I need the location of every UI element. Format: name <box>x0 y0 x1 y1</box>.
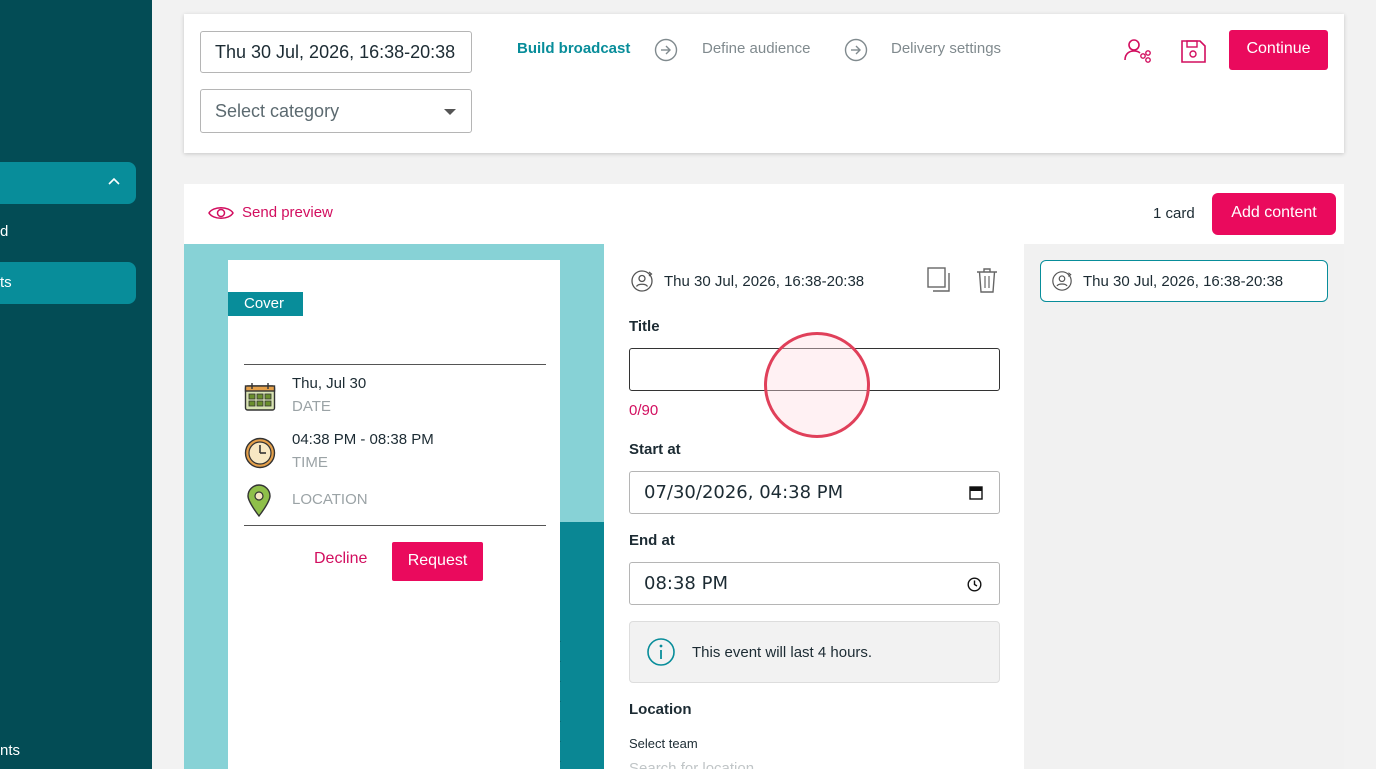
end-at-value: 08:38 PM <box>644 573 728 594</box>
continue-button[interactable]: Continue <box>1229 30 1328 70</box>
preview-date-label: DATE <box>292 398 331 415</box>
duration-info-text: This event will last 4 hours. <box>692 643 873 661</box>
sidebar-item-2-label: ts <box>0 274 12 291</box>
divider <box>244 364 546 365</box>
card-list-item[interactable]: Thu 30 Jul, 2026, 16:38-20:38 <box>1040 260 1328 302</box>
save-icon[interactable] <box>1178 36 1208 66</box>
sidebar: d ts nts <box>0 0 152 769</box>
card-count: 1 card <box>1153 205 1195 222</box>
card-heading: Thu 30 Jul, 2026, 16:38-20:38 <box>630 269 864 293</box>
mobile-preview: Cover Thu, Jul 30 DATE 04:38 PM - 08:38 … <box>184 244 604 769</box>
user-sync-icon <box>631 270 653 292</box>
clock-icon <box>244 437 276 469</box>
divider <box>244 525 546 526</box>
preview-time-value: 04:38 PM - 08:38 PM <box>292 431 434 448</box>
broadcast-header: Thu 30 Jul, 2026, 16:38-20:38 Select cat… <box>184 14 1344 153</box>
add-content-button[interactable]: Add content <box>1212 193 1336 235</box>
eye-icon <box>208 206 234 219</box>
duration-info: This event will last 4 hours. <box>629 621 1000 683</box>
preview-date-value: Thu, Jul 30 <box>292 375 367 392</box>
calendar-picker-icon[interactable] <box>969 485 983 500</box>
step-define-audience[interactable]: Define audience <box>702 40 810 57</box>
start-at-label: Start at <box>629 441 681 458</box>
title-counter: 0/90 <box>629 402 659 419</box>
send-preview-button[interactable]: Send preview <box>208 204 333 221</box>
sidebar-item-3[interactable]: nts <box>0 742 20 759</box>
arrow-right-circle-icon <box>844 38 868 62</box>
decline-button[interactable]: Decline <box>314 550 367 568</box>
location-label: Location <box>629 701 692 718</box>
chevron-up-icon <box>108 177 120 185</box>
preview-time: 04:38 PM - 08:38 PM TIME <box>292 431 434 471</box>
broadcast-name-input[interactable]: Thu 30 Jul, 2026, 16:38-20:38 <box>200 31 472 73</box>
card-list-item-label: Thu 30 Jul, 2026, 16:38-20:38 <box>1083 272 1284 290</box>
preview-location: LOCATION <box>292 491 368 508</box>
click-indicator <box>764 332 870 438</box>
clock-picker-icon[interactable] <box>967 577 982 592</box>
location-pin-icon <box>247 484 271 518</box>
duplicate-icon[interactable] <box>926 266 952 294</box>
preview-date: Thu, Jul 30 DATE <box>292 375 366 415</box>
cover-tag: Cover <box>228 292 303 316</box>
content-editor: Send preview 1 card Add content Cover Th… <box>184 184 1344 769</box>
sidebar-item-2[interactable]: ts <box>0 262 136 304</box>
end-at-input[interactable]: 08:38 PM <box>629 562 1000 605</box>
sidebar-item-1[interactable]: d <box>0 223 8 240</box>
card-list: Thu 30 Jul, 2026, 16:38-20:38 <box>1024 244 1344 769</box>
category-select[interactable]: Select category <box>200 89 472 133</box>
user-share-icon[interactable] <box>1122 36 1152 66</box>
trash-icon[interactable] <box>975 266 999 294</box>
request-button[interactable]: Request <box>392 542 483 581</box>
send-preview-label: Send preview <box>242 204 333 221</box>
start-at-value: 07/30/2026, 04:38 PM <box>644 482 844 503</box>
category-select-value: Select category <box>215 101 340 121</box>
step-build-broadcast[interactable]: Build broadcast <box>517 40 630 57</box>
info-icon <box>647 638 675 666</box>
start-at-input[interactable]: 07/30/2026, 04:38 PM <box>629 471 1000 514</box>
select-team-label: Select team <box>629 736 698 751</box>
preview-location-label: LOCATION <box>292 491 368 508</box>
card-form: Thu 30 Jul, 2026, 16:38-20:38 Title 0/90… <box>604 244 1024 769</box>
arrow-right-circle-icon <box>654 38 678 62</box>
preview-card: Cover Thu, Jul 30 DATE 04:38 PM - 08:38 … <box>228 260 560 769</box>
calendar-icon <box>244 383 276 411</box>
title-label: Title <box>629 318 660 335</box>
preview-time-label: TIME <box>292 454 328 471</box>
location-search-input[interactable]: Search for location <box>629 760 754 769</box>
sidebar-item-expanded[interactable] <box>0 162 136 204</box>
user-sync-icon <box>1052 271 1072 291</box>
caret-down-icon <box>444 109 456 115</box>
card-heading-label: Thu 30 Jul, 2026, 16:38-20:38 <box>664 272 865 290</box>
step-delivery-settings[interactable]: Delivery settings <box>891 40 1001 57</box>
end-at-label: End at <box>629 532 675 549</box>
